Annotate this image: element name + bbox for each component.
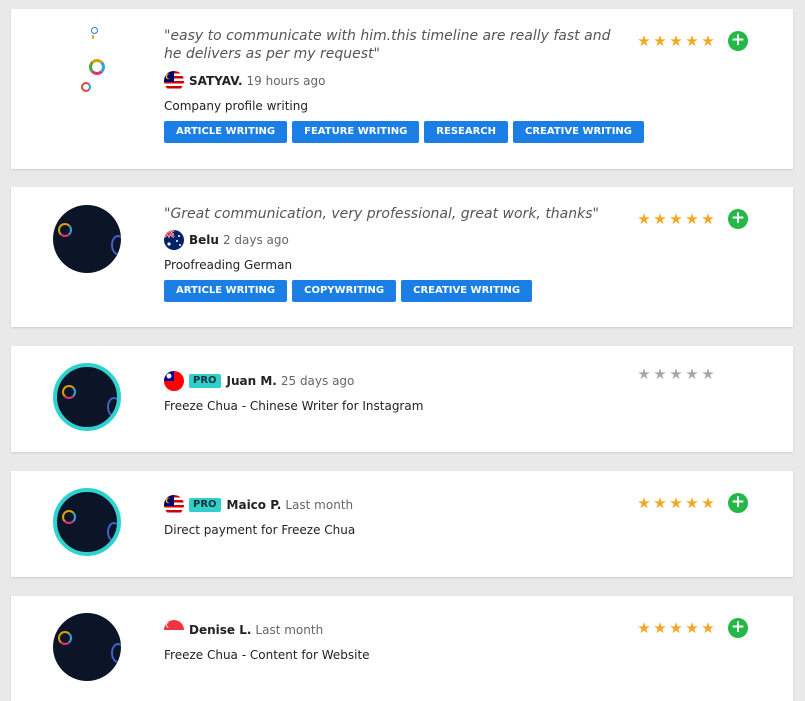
- star-icon: ★: [701, 365, 715, 383]
- malaysia-flag-icon: [164, 71, 184, 91]
- star-icon: ★: [653, 365, 667, 383]
- rating-stars: ★ ★ ★ ★ ★: [637, 210, 715, 228]
- tag-list: ARTICLE WRITING FEATURE WRITING RESEARCH…: [164, 121, 645, 143]
- skill-tag[interactable]: RESEARCH: [424, 121, 509, 143]
- star-icon: ★: [669, 210, 683, 228]
- star-icon: ★: [669, 619, 683, 637]
- job-title: Proofreading German: [164, 258, 293, 272]
- star-icon: ★: [685, 619, 699, 637]
- reviewer-name[interactable]: Belu: [189, 233, 219, 247]
- malaysia-flag-icon: [164, 495, 184, 515]
- star-icon: ★: [701, 619, 715, 637]
- star-icon: ★: [637, 619, 651, 637]
- star-icon: ★: [653, 619, 667, 637]
- plus-icon[interactable]: +: [728, 31, 748, 51]
- star-icon: ★: [637, 210, 651, 228]
- review-time: 2 days ago: [222, 233, 289, 247]
- rating-stars: ★ ★ ★ ★ ★: [637, 494, 715, 512]
- skill-tag[interactable]: ARTICLE WRITING: [164, 280, 288, 302]
- star-icon: ★: [701, 210, 715, 228]
- job-title: Freeze Chua - Chinese Writer for Instagr…: [164, 399, 424, 413]
- singapore-flag-icon: [164, 620, 184, 640]
- star-icon: ★: [637, 494, 651, 512]
- skill-tag[interactable]: FEATURE WRITING: [292, 121, 420, 143]
- review-time: Last month: [285, 498, 354, 512]
- review-card: PRO Juan M. 25 days ago Freeze Chua - Ch…: [11, 346, 793, 452]
- reviewer-name[interactable]: Denise L.: [189, 623, 251, 637]
- review-card: "Great communication, very professional,…: [11, 187, 793, 327]
- star-icon: ★: [685, 210, 699, 228]
- star-icon: ★: [701, 32, 715, 50]
- star-icon: ★: [653, 494, 667, 512]
- taiwan-flag-icon: [164, 371, 184, 391]
- skill-tag[interactable]: COPYWRITING: [292, 280, 397, 302]
- skill-tag[interactable]: CREATIVE WRITING: [401, 280, 533, 302]
- rating-stars: ★ ★ ★ ★ ★: [637, 365, 715, 383]
- avatar[interactable]: [53, 613, 121, 681]
- australia-flag-icon: [164, 230, 184, 250]
- review-card: Denise L. Last month Freeze Chua - Conte…: [11, 596, 793, 701]
- avatar[interactable]: [53, 363, 121, 431]
- star-icon: ★: [685, 365, 699, 383]
- plus-icon[interactable]: +: [728, 209, 748, 229]
- rating-stars: ★ ★ ★ ★ ★: [637, 32, 715, 50]
- review-time: 19 hours ago: [246, 74, 326, 88]
- logo-icon: [81, 27, 111, 97]
- star-icon: ★: [685, 32, 699, 50]
- star-icon: ★: [653, 210, 667, 228]
- plus-icon[interactable]: +: [728, 493, 748, 513]
- review-time: 25 days ago: [280, 374, 355, 388]
- pro-badge: PRO: [189, 498, 221, 512]
- reviewer-name[interactable]: SATYAV.: [189, 74, 243, 88]
- star-icon: ★: [637, 32, 651, 50]
- tag-list: ARTICLE WRITING COPYWRITING CREATIVE WRI…: [164, 280, 624, 302]
- review-time: Last month: [255, 623, 324, 637]
- reviewer-name[interactable]: Maico P.: [227, 498, 282, 512]
- skill-tag[interactable]: CREATIVE WRITING: [513, 121, 645, 143]
- star-icon: ★: [669, 32, 683, 50]
- job-title: Freeze Chua - Content for Website: [164, 648, 370, 662]
- star-icon: ★: [685, 494, 699, 512]
- star-icon: ★: [701, 494, 715, 512]
- star-icon: ★: [669, 365, 683, 383]
- job-title: Direct payment for Freeze Chua: [164, 523, 356, 537]
- plus-icon[interactable]: +: [728, 618, 748, 638]
- reviewer-name[interactable]: Juan M.: [227, 374, 277, 388]
- review-quote: "Great communication, very professional,…: [164, 206, 599, 222]
- avatar[interactable]: [53, 205, 121, 273]
- review-quote: "easy to communicate with him.this timel…: [164, 28, 611, 62]
- job-title: Company profile writing: [164, 99, 308, 113]
- review-card: "easy to communicate with him.this timel…: [11, 9, 793, 169]
- star-icon: ★: [653, 32, 667, 50]
- pro-badge: PRO: [189, 374, 221, 388]
- rating-stars: ★ ★ ★ ★ ★: [637, 619, 715, 637]
- star-icon: ★: [637, 365, 651, 383]
- star-icon: ★: [669, 494, 683, 512]
- avatar[interactable]: [53, 488, 121, 556]
- review-card: PRO Maico P. Last month Direct payment f…: [11, 471, 793, 577]
- skill-tag[interactable]: ARTICLE WRITING: [164, 121, 288, 143]
